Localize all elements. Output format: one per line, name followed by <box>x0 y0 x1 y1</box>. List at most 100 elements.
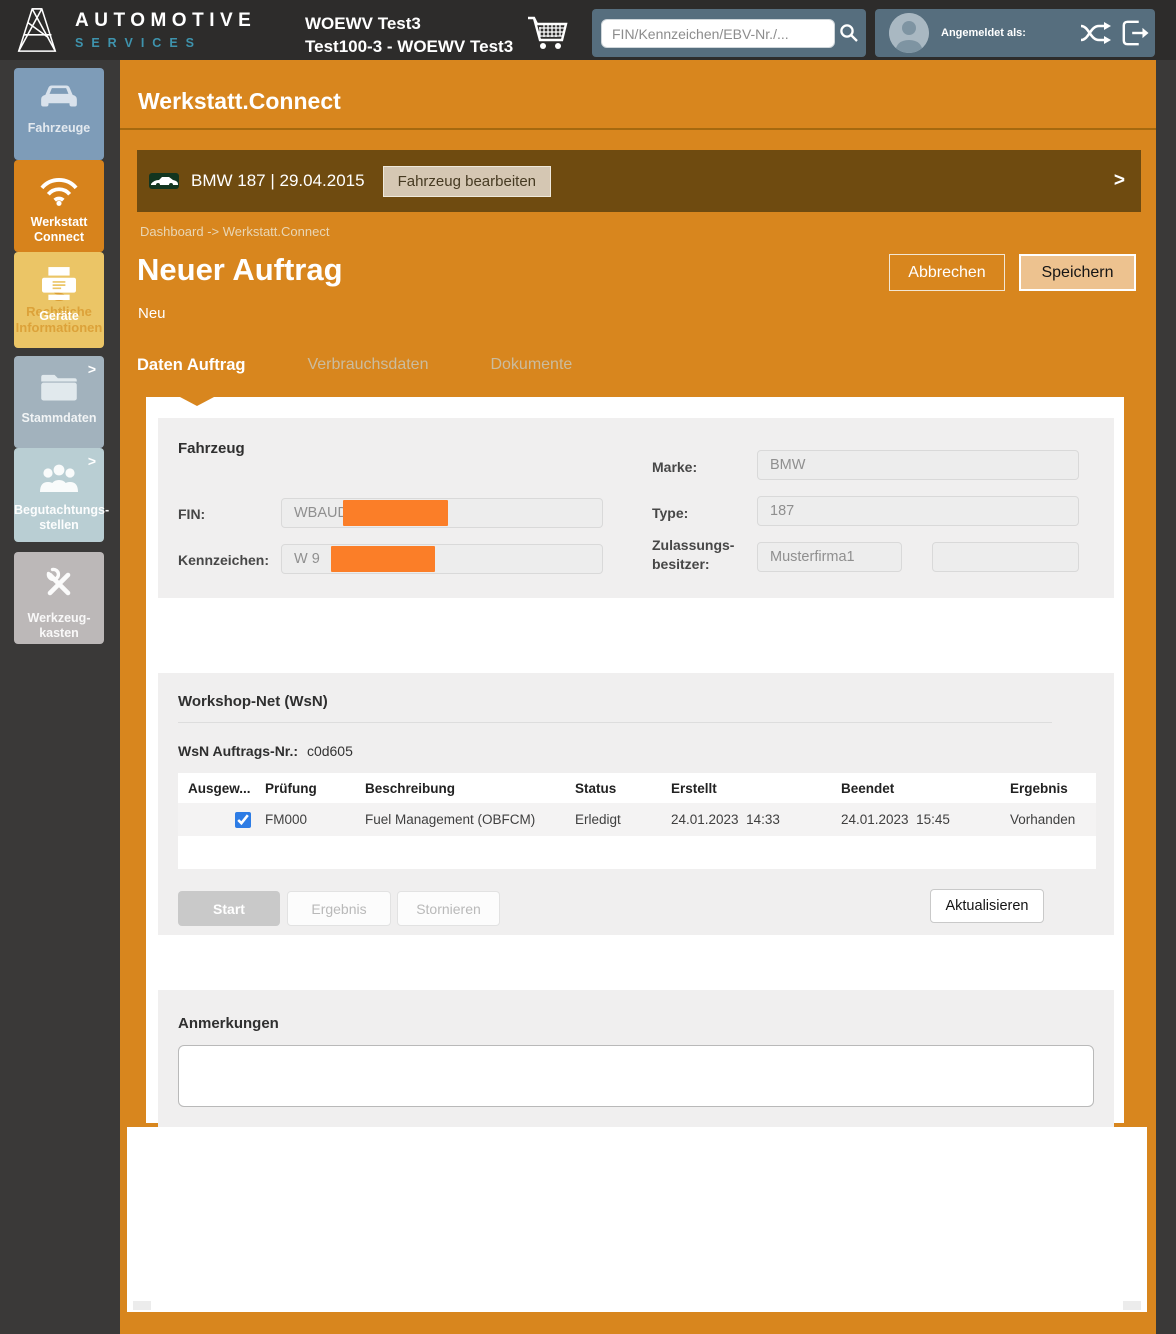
section-divider <box>178 722 1052 723</box>
main-content-area: Werkstatt.Connect BMW 187 | 29.04.2015 F… <box>120 60 1156 1334</box>
tab-dokumente[interactable]: Dokumente <box>490 356 572 375</box>
breadcrumb[interactable]: Dashboard -> Werkstatt.Connect <box>140 224 329 239</box>
cell-ergebnis: Vorhanden <box>1000 812 1096 827</box>
wsn-auftrag-nr: WsN Auftrags-Nr.: c0d605 <box>178 743 353 759</box>
row-checkbox-cell <box>178 794 255 846</box>
sidebar-item-label: Begutachtungs- stellen <box>14 503 104 533</box>
logged-in-label: Angemeldet als: <box>941 27 1026 39</box>
header-context-title: WOEWV Test3 Test100-3 - WOEWV Test3 <box>305 12 513 58</box>
vehicle-bar[interactable]: BMW 187 | 29.04.2015 Fahrzeug bearbeiten… <box>137 150 1141 212</box>
brand-line2: SERVICES <box>75 37 256 50</box>
start-button[interactable]: Start <box>178 891 280 926</box>
fahrzeug-section: Fahrzeug FIN: Kennzeichen: Marke: Type: … <box>158 418 1114 598</box>
sidebar-item-geraete[interactable]: S Rechtliche Informationen Geräte <box>14 252 104 348</box>
sidebar-item-werkstatt-connect[interactable]: Werkstatt Connect <box>14 160 104 252</box>
brand-text: AUTOMOTIVE SERVICES <box>75 11 256 50</box>
wsn-table: Ausgew... Prüfung Beschreibung Status Er… <box>178 773 1096 869</box>
lower-content-panel <box>127 1127 1147 1312</box>
car-side-icon <box>149 173 179 189</box>
search-icon[interactable] <box>839 23 859 48</box>
brand-logo-icon <box>12 5 62 60</box>
sidebar-item-stammdaten[interactable]: > Stammdaten <box>14 356 104 448</box>
vehicle-bar-label: BMW 187 | 29.04.2015 <box>191 171 365 191</box>
col-header-beschreibung: Beschreibung <box>355 781 565 796</box>
anmerkungen-section: Anmerkungen <box>158 990 1114 1145</box>
scroll-corner <box>133 1301 151 1310</box>
table-row[interactable]: FM000 Fuel Management (OBFCM) Erledigt 2… <box>178 803 1096 836</box>
sidebar-item-begutachtungsstellen[interactable]: > Begutachtungs- stellen <box>14 448 104 542</box>
section-title: Anmerkungen <box>178 1015 279 1032</box>
active-tab-notch <box>180 397 214 406</box>
table-header-row: Ausgew... Prüfung Beschreibung Status Er… <box>178 773 1096 803</box>
table-empty-row <box>178 836 1096 869</box>
chevron-right-icon: > <box>88 453 96 469</box>
zulassungsbesitzer-input-2[interactable] <box>932 542 1079 572</box>
wsn-row-checkbox[interactable] <box>235 812 251 828</box>
header-user-group: Angemeldet als: <box>875 9 1155 57</box>
cart-icon[interactable] <box>525 11 569 53</box>
tab-content-panel: Fahrzeug FIN: Kennzeichen: Marke: Type: … <box>146 397 1124 1123</box>
sidebar-item-fahrzeuge[interactable]: Fahrzeuge <box>14 68 104 160</box>
edit-vehicle-button[interactable]: Fahrzeug bearbeiten <box>383 166 551 197</box>
scroll-corner <box>1123 1301 1141 1310</box>
cell-erstellt: 24.01.2023 14:33 <box>661 812 831 827</box>
avatar <box>889 13 929 53</box>
title-divider <box>120 128 1156 130</box>
wsn-auftrag-nr-value: c0d605 <box>307 743 353 759</box>
printer-icon <box>14 266 104 305</box>
anmerkungen-textarea[interactable] <box>178 1045 1094 1107</box>
col-header-ergebnis: Ergebnis <box>1000 781 1096 796</box>
sidebar-item-label: Geräte <box>14 309 104 324</box>
marke-label: Marke: <box>652 458 697 477</box>
sidebar-item-label: Fahrzeuge <box>14 121 104 136</box>
search-input[interactable] <box>601 19 835 48</box>
col-header-beendet: Beendet <box>831 781 1000 796</box>
redaction-block <box>331 546 435 572</box>
type-input[interactable] <box>757 496 1079 526</box>
fin-field-wrap <box>281 498 603 528</box>
cancel-button[interactable]: Abbrechen <box>889 254 1005 291</box>
header-title-line2: Test100-3 - WOEWV Test3 <box>305 35 513 58</box>
car-icon <box>14 82 104 117</box>
kennzeichen-label: Kennzeichen: <box>178 551 269 570</box>
sidebar-item-werkzeugkasten[interactable]: Werkzeug- kasten <box>14 552 104 644</box>
brand-line1: AUTOMOTIVE <box>75 11 256 30</box>
tab-verbrauchsdaten[interactable]: Verbrauchsdaten <box>307 356 428 375</box>
zulassungsbesitzer-input[interactable] <box>757 542 902 572</box>
stornieren-button[interactable]: Stornieren <box>397 891 500 926</box>
kennzeichen-input[interactable] <box>281 544 603 574</box>
col-header-status: Status <box>565 781 661 796</box>
fin-label: FIN: <box>178 505 205 524</box>
col-header-erstellt: Erstellt <box>661 781 831 796</box>
section-title: Fahrzeug <box>178 440 245 457</box>
sidebar-item-label: Werkstatt Connect <box>14 215 104 245</box>
section-title: Workshop-Net (WsN) <box>178 693 328 710</box>
header-search-group <box>592 9 866 57</box>
tab-daten-auftrag[interactable]: Daten Auftrag <box>137 356 245 375</box>
wsn-auftrag-nr-label: WsN Auftrags-Nr.: <box>178 743 298 759</box>
page-heading: Neuer Auftrag <box>137 252 343 288</box>
top-header: AUTOMOTIVE SERVICES WOEWV Test3 Test100-… <box>0 0 1176 60</box>
kennzeichen-field-wrap <box>281 544 603 574</box>
redaction-block <box>343 500 448 526</box>
marke-input[interactable] <box>757 450 1079 480</box>
cell-beschreibung: Fuel Management (OBFCM) <box>355 812 565 827</box>
header-title-line1: WOEWV Test3 <box>305 12 513 35</box>
type-label: Type: <box>652 504 688 523</box>
page-title: Werkstatt.Connect <box>138 88 341 115</box>
workshop-net-section: Workshop-Net (WsN) WsN Auftrags-Nr.: c0d… <box>158 673 1114 935</box>
zulassungsbesitzer-label: Zulassungs- besitzer: <box>652 536 734 574</box>
wifi-icon <box>14 174 104 211</box>
logout-icon[interactable] <box>1121 19 1149 47</box>
page-subheading: Neu <box>138 305 166 322</box>
col-header-pruefung: Prüfung <box>255 781 355 796</box>
chevron-right-icon[interactable]: > <box>1114 170 1125 192</box>
cell-status: Erledigt <box>565 812 661 827</box>
switch-user-icon[interactable] <box>1079 21 1113 45</box>
tab-bar: Daten Auftrag Verbrauchsdaten Dokumente <box>137 356 572 375</box>
cell-pruefung: FM000 <box>255 812 355 827</box>
ergebnis-button[interactable]: Ergebnis <box>287 891 391 926</box>
aktualisieren-button[interactable]: Aktualisieren <box>930 889 1044 923</box>
save-button[interactable]: Speichern <box>1019 254 1136 291</box>
cell-beendet: 24.01.2023 15:45 <box>831 812 1000 827</box>
